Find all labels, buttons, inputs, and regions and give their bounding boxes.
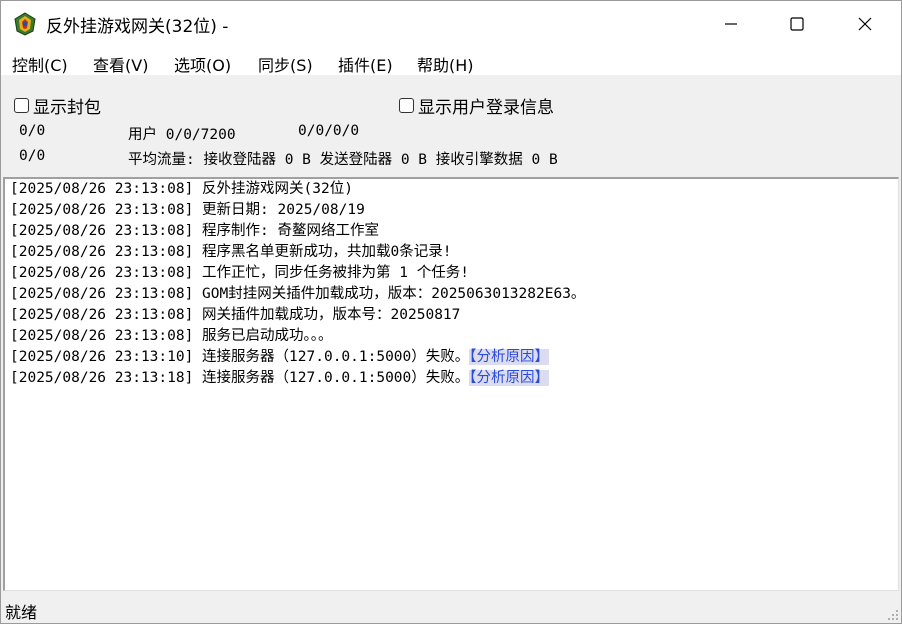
title-bar[interactable]: 反外挂游戏网关(32位) - bbox=[1, 1, 901, 47]
user-count: 用户 0/0/7200 bbox=[128, 127, 236, 143]
log-line: [2025/08/26 23:13:08] 程序黑名单更新成功，共加载0条记录! bbox=[10, 244, 452, 260]
queue-count: 0/0 bbox=[19, 148, 46, 164]
checkbox-box[interactable] bbox=[14, 98, 29, 113]
menu-options[interactable]: 选项(O) bbox=[174, 52, 231, 76]
show-packets-checkbox[interactable]: 显示封包 bbox=[14, 93, 101, 118]
menu-plugins[interactable]: 插件(E) bbox=[338, 52, 393, 76]
connection-count: 0/0 bbox=[19, 123, 46, 139]
resize-grip-icon[interactable] bbox=[885, 607, 899, 621]
status-bar: 就绪 bbox=[1, 593, 901, 623]
menu-sync[interactable]: 同步(S) bbox=[258, 52, 313, 76]
analyze-cause-link[interactable]: 【分析原因】 bbox=[469, 370, 550, 386]
show-login-info-checkbox[interactable]: 显示用户登录信息 bbox=[399, 93, 554, 118]
show-login-info-label: 显示用户登录信息 bbox=[418, 98, 554, 118]
session-counts: 0/0/0/0 bbox=[298, 123, 360, 139]
log-line: [2025/08/26 23:13:08] 反外挂游戏网关(32位) bbox=[10, 181, 353, 197]
minimize-icon bbox=[725, 23, 737, 25]
checkbox-box[interactable] bbox=[399, 98, 414, 113]
close-icon bbox=[858, 17, 872, 31]
log-line: [2025/08/26 23:13:08] GOM封挂网关插件加载成功，版本：2… bbox=[10, 286, 586, 302]
log-line: [2025/08/26 23:13:08] 工作正忙，同步任务被排为第 1 个任… bbox=[10, 265, 469, 281]
menu-control[interactable]: 控制(C) bbox=[12, 52, 68, 76]
app-icon bbox=[14, 12, 36, 36]
menu-help[interactable]: 帮助(H) bbox=[417, 52, 474, 76]
maximize-icon bbox=[790, 17, 804, 31]
maximize-button[interactable] bbox=[763, 1, 831, 47]
log-line: [2025/08/26 23:13:08] 网关插件加载成功，版本号：20250… bbox=[10, 307, 461, 323]
analyze-cause-link[interactable]: 【分析原因】 bbox=[469, 349, 550, 365]
log-line: [2025/08/26 23:13:10] 连接服务器（127.0.0.1:50… bbox=[10, 349, 550, 365]
log-line: [2025/08/26 23:13:08] 更新日期: 2025/08/19 bbox=[10, 202, 365, 218]
menu-view[interactable]: 查看(V) bbox=[93, 52, 148, 76]
minimize-button[interactable] bbox=[697, 1, 765, 47]
show-packets-label: 显示封包 bbox=[33, 98, 101, 118]
app-window: 反外挂游戏网关(32位) - 控制(C) 查看(V) 选项(O) 同步(S) 插… bbox=[0, 0, 902, 624]
close-button[interactable] bbox=[831, 1, 899, 47]
status-text: 就绪 bbox=[5, 603, 38, 622]
log-view[interactable]: [2025/08/26 23:13:08] 反外挂游戏网关(32位) [2025… bbox=[3, 177, 899, 591]
log-line: [2025/08/26 23:13:08] 服务已启动成功。。。 bbox=[10, 328, 333, 344]
log-line: [2025/08/26 23:13:18] 连接服务器（127.0.0.1:50… bbox=[10, 370, 550, 386]
window-title: 反外挂游戏网关(32位) - bbox=[46, 17, 229, 37]
traffic-stats: 平均流量: 接收登陆器 0 B 发送登陆器 0 B 接收引擎数据 0 B bbox=[128, 152, 558, 168]
status-panel: 显示封包 显示用户登录信息 0/0 用户 0/0/7200 0/0/0/0 0/… bbox=[1, 75, 901, 177]
log-line: [2025/08/26 23:13:08] 程序制作: 奇鳌网络工作室 bbox=[10, 223, 380, 239]
menu-bar: 控制(C) 查看(V) 选项(O) 同步(S) 插件(E) 帮助(H) bbox=[1, 47, 901, 75]
